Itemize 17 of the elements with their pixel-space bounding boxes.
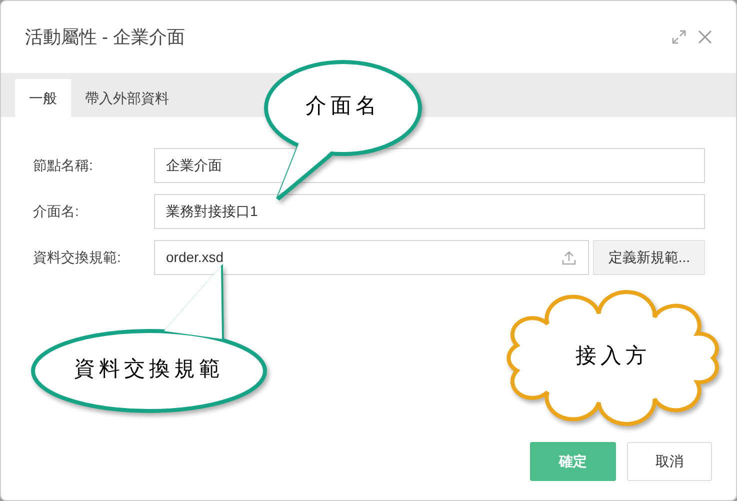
cancel-button[interactable]: 取消	[627, 442, 712, 481]
input-field[interactable]: 業務對接接口1	[154, 194, 705, 229]
close-icon[interactable]	[698, 30, 712, 44]
input-field[interactable]: 企業介面	[154, 148, 705, 183]
field-label: 介面名:	[33, 202, 80, 221]
field-label: 節點名稱:	[33, 156, 94, 175]
tab[interactable]: 一般	[15, 79, 71, 117]
field-label: 資料交換規範:	[33, 248, 122, 267]
expand-icon[interactable]	[672, 30, 686, 44]
callout-text: 接入方	[576, 342, 650, 370]
define-button[interactable]: 定義新規範...	[593, 240, 705, 275]
file-field[interactable]: order.xsd	[154, 240, 590, 275]
callout-text: 介面名	[306, 92, 380, 120]
tab[interactable]: 帶入外部資料	[71, 79, 183, 117]
callout-text: 資料交換規範	[74, 355, 224, 382]
window-title: 活動屬性 - 企業介面	[25, 26, 185, 48]
upload-icon[interactable]	[561, 250, 578, 266]
